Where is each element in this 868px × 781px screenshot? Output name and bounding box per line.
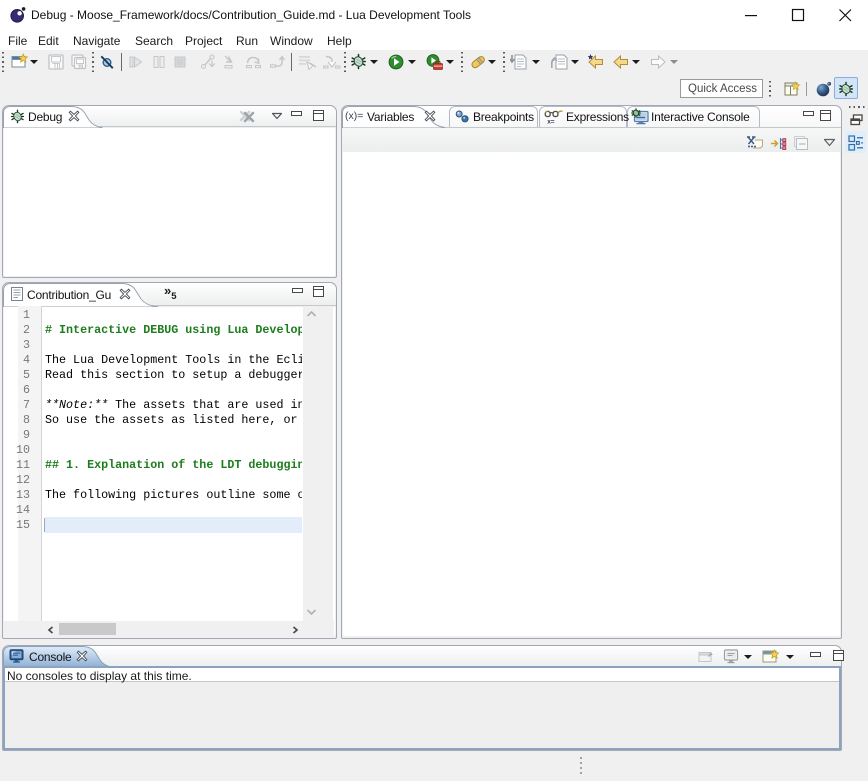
svg-text:x=: x= (547, 119, 555, 126)
